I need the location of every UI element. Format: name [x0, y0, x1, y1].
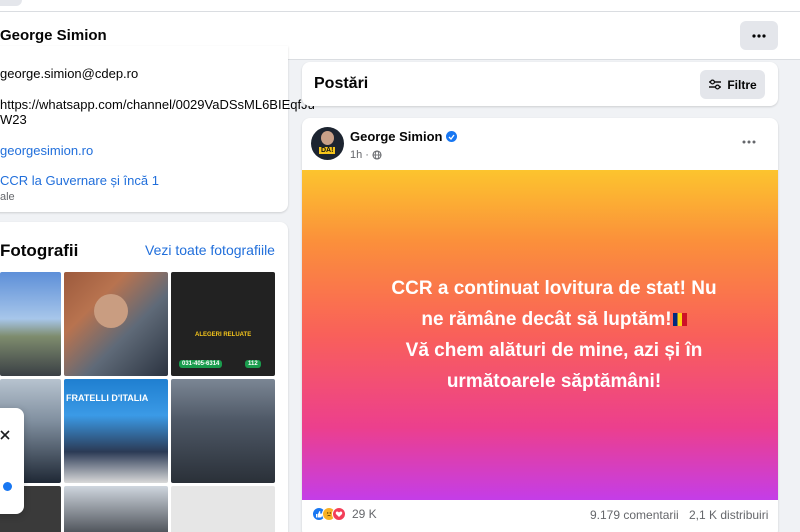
- post-banner-text: CCR a continuat lovitura de stat! Nu ne …: [344, 273, 764, 397]
- shares-count[interactable]: 2,1 K distribuiri: [689, 508, 768, 522]
- about-email[interactable]: george.simion@cdep.ro: [0, 66, 138, 81]
- banner-line-2: ne rămâne decât să luptăm!: [421, 309, 672, 330]
- photo-thumb-8[interactable]: [64, 486, 168, 532]
- photos-title: Fotografii: [0, 241, 79, 260]
- banner-line-1: CCR a continuat lovitura de stat! Nu: [391, 278, 717, 299]
- about-links-line[interactable]: CCR la Guvernare și încă 1: [0, 173, 159, 188]
- banner-line-2-wrap: ne rămâne decât să luptăm!: [344, 304, 764, 335]
- about-whatsapp-line2[interactable]: W23: [0, 112, 27, 127]
- avatar[interactable]: DA!: [311, 127, 344, 160]
- browser-top-strip: [0, 0, 800, 12]
- photo-thumb-6[interactable]: [171, 379, 275, 483]
- reactions-count[interactable]: 29 K: [352, 507, 377, 521]
- top-tab-stub: [0, 0, 22, 6]
- about-website-link[interactable]: georgesimion.ro: [0, 143, 93, 158]
- posts-title: Postări: [314, 75, 369, 92]
- photo-thumb-5[interactable]: FRATELLI D'ITALIA: [64, 379, 168, 483]
- post-time-text[interactable]: 1h: [350, 149, 362, 161]
- more-icon: [742, 140, 756, 144]
- filter-label: Filtre: [727, 77, 757, 92]
- reactions-summary[interactable]: 29 K: [312, 507, 377, 521]
- post-card: DA! George Simion 1h · CCR a continuat l…: [302, 118, 778, 532]
- romania-flag-icon: [672, 313, 687, 326]
- close-icon[interactable]: [0, 427, 10, 443]
- about-links-sub: ale: [0, 191, 15, 203]
- floating-popup: [0, 408, 24, 514]
- photo-thumb-9[interactable]: [171, 486, 275, 532]
- more-icon: [752, 33, 766, 38]
- header-more-button[interactable]: [740, 21, 778, 50]
- photos-card: Fotografii Vezi toate fotografiile ALEGE…: [0, 222, 288, 532]
- poster-phone1: 031-405-6314: [179, 360, 223, 368]
- poster-phone2: 112: [245, 360, 261, 368]
- about-card: george.simion@cdep.ro https://whatsapp.c…: [0, 46, 315, 212]
- post-time[interactable]: 1h ·: [350, 149, 382, 161]
- filter-button[interactable]: Filtre: [700, 70, 765, 99]
- avatar-badge: DA!: [319, 147, 336, 154]
- post-banner[interactable]: CCR a continuat lovitura de stat! Nu ne …: [302, 170, 778, 500]
- post-author-name[interactable]: George Simion: [350, 129, 442, 144]
- photo-thumb-2-figure: [94, 294, 128, 328]
- post-stats-bar: 29 K 9.179 comentarii 2,1 K distribuiri: [302, 500, 778, 528]
- comments-count[interactable]: 9.179 comentarii: [590, 508, 679, 522]
- posts-header-card: Postări Filtre: [302, 62, 778, 106]
- about-whatsapp-line1[interactable]: https://whatsapp.com/channel/0029VaDSsML…: [0, 97, 315, 112]
- photo-thumb-1[interactable]: [0, 272, 61, 376]
- post-author[interactable]: George Simion: [350, 129, 458, 144]
- fratelli-text: FRATELLI D'ITALIA: [66, 393, 149, 403]
- photo-thumb-2[interactable]: [64, 272, 168, 376]
- see-all-photos-link[interactable]: Vezi toate fotografiile: [145, 242, 275, 258]
- verified-icon: [446, 131, 458, 142]
- banner-line-4: următoarele săptămâni!: [446, 371, 662, 392]
- love-reaction-icon: [332, 507, 346, 521]
- popup-indicator-dot: [3, 482, 12, 491]
- globe-icon: [372, 150, 382, 160]
- post-more-button[interactable]: [742, 131, 756, 147]
- poster-title: ALEGERI RELUATE: [195, 332, 252, 338]
- photo-thumb-3-poster[interactable]: ALEGERI RELUATE 031-405-6314 112: [171, 272, 275, 376]
- avatar-face: [321, 131, 334, 145]
- banner-line-3: Vă chem alături de mine, azi și în: [405, 340, 703, 361]
- profile-name-title: George Simion: [0, 27, 107, 44]
- filter-icon: [709, 79, 722, 90]
